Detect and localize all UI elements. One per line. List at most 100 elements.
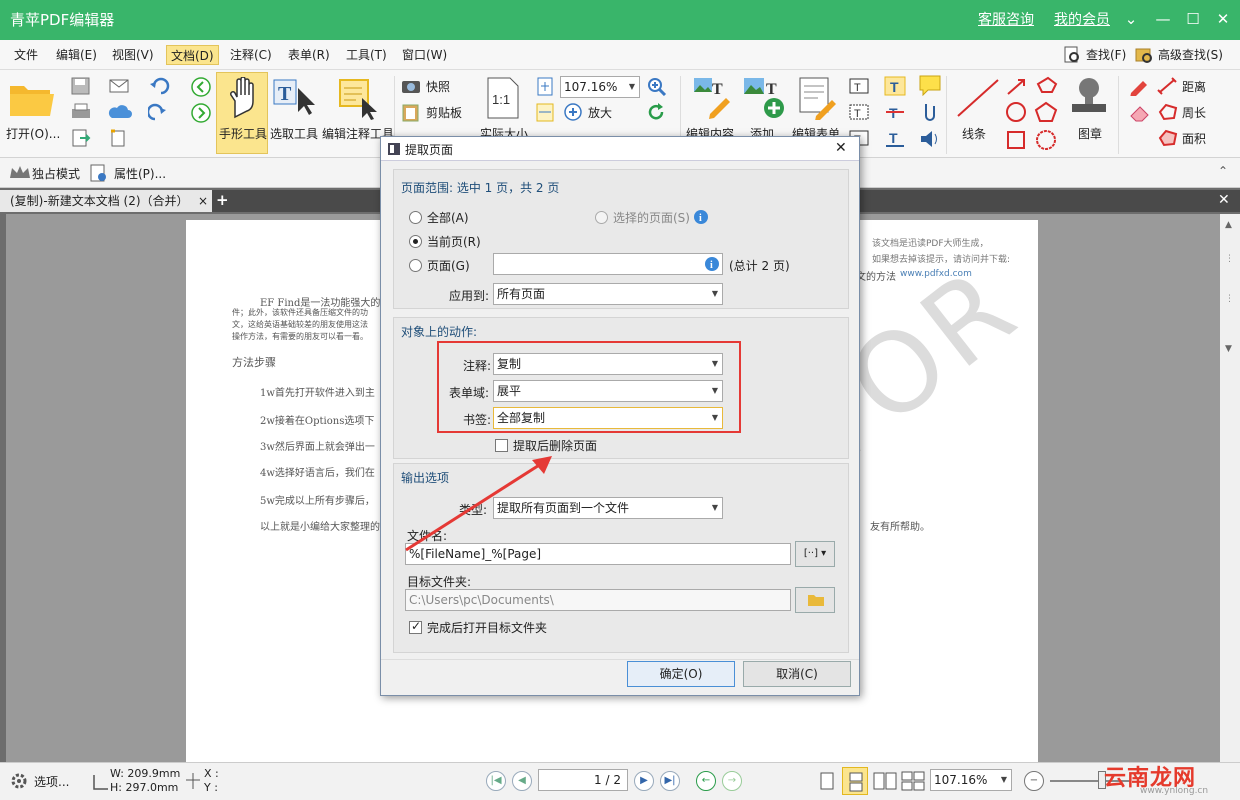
minimize-button[interactable]: — bbox=[1150, 6, 1176, 32]
redo-icon[interactable] bbox=[148, 102, 184, 122]
perimeter-icon[interactable] bbox=[1156, 102, 1180, 122]
status-zoom-combo[interactable]: 107.16% ▼ bbox=[930, 769, 1012, 791]
properties-button[interactable]: 属性(P)... bbox=[114, 165, 166, 182]
clipboard-icon[interactable] bbox=[400, 102, 422, 122]
distance-button[interactable]: 距离 bbox=[1182, 78, 1206, 95]
facing-continuous-icon[interactable] bbox=[900, 771, 926, 791]
exclusive-mode-button[interactable]: 独占模式 bbox=[32, 165, 80, 182]
facing-page-icon[interactable] bbox=[872, 771, 898, 791]
perimeter-button[interactable]: 周长 bbox=[1182, 104, 1206, 121]
actual-size-icon[interactable]: 1:1 bbox=[486, 76, 520, 120]
apply-to-select[interactable]: 所有页面 ▼ bbox=[493, 283, 723, 305]
scroll-page-up-icon[interactable]: ⋮ bbox=[1225, 254, 1234, 264]
menu-window[interactable]: 窗口(W) bbox=[398, 45, 451, 65]
snapshot-button[interactable]: 快照 bbox=[426, 78, 450, 95]
next-page-button[interactable]: ▶ bbox=[634, 771, 654, 791]
clipboard-button[interactable]: 剪贴板 bbox=[426, 104, 462, 121]
menu-tools[interactable]: 工具(T) bbox=[342, 45, 391, 65]
info-icon[interactable]: i bbox=[704, 256, 720, 272]
menu-dropdown-icon[interactable]: ⌄ bbox=[1118, 6, 1144, 32]
collapse-ribbon-icon[interactable]: ⌃ bbox=[1218, 164, 1228, 178]
browse-folder-button[interactable] bbox=[795, 587, 835, 613]
filename-macro-button[interactable]: [··] ▾ bbox=[795, 541, 835, 567]
radio-current-page[interactable] bbox=[409, 235, 422, 248]
line-icon[interactable] bbox=[954, 76, 1002, 120]
typewriter-icon[interactable]: T bbox=[884, 76, 906, 96]
menu-comment[interactable]: 注释(C) bbox=[226, 45, 276, 65]
menu-file[interactable]: 文件 bbox=[10, 45, 42, 65]
edit-content-icon[interactable]: T bbox=[690, 76, 732, 120]
note-icon[interactable] bbox=[918, 74, 942, 96]
area-button[interactable]: 面积 bbox=[1182, 130, 1206, 147]
close-button[interactable]: ✕ bbox=[1210, 6, 1236, 32]
back-icon[interactable] bbox=[190, 76, 212, 98]
stamp-icon[interactable] bbox=[1066, 74, 1112, 120]
line-button[interactable]: 线条 bbox=[962, 125, 986, 142]
forward-icon[interactable] bbox=[190, 102, 212, 124]
rotate-icon[interactable] bbox=[646, 102, 668, 122]
email-icon[interactable] bbox=[108, 76, 132, 96]
underline-icon[interactable]: T bbox=[884, 128, 906, 148]
history-back-button[interactable]: ← bbox=[696, 771, 716, 791]
open-button[interactable]: 打开(O)... bbox=[6, 125, 60, 142]
menu-form[interactable]: 表单(R) bbox=[284, 45, 334, 65]
select-text-icon[interactable]: T bbox=[272, 76, 318, 120]
new-tab-icon[interactable]: + bbox=[216, 191, 229, 209]
maximize-button[interactable]: ☐ bbox=[1180, 6, 1206, 32]
fit-page-icon[interactable] bbox=[534, 76, 556, 96]
new-document-icon[interactable] bbox=[108, 128, 132, 148]
continuous-page-button[interactable] bbox=[842, 767, 868, 795]
export-icon[interactable] bbox=[70, 128, 92, 148]
scroll-page-down-icon[interactable]: ⋮ bbox=[1225, 294, 1234, 304]
gear-icon[interactable] bbox=[8, 771, 30, 791]
options-button[interactable]: 选项... bbox=[34, 773, 69, 790]
shapes-icon[interactable] bbox=[1004, 76, 1062, 152]
page-number-field[interactable]: 1 / 2 bbox=[538, 769, 628, 791]
save-icon[interactable] bbox=[70, 76, 92, 96]
sound-icon[interactable] bbox=[918, 128, 942, 150]
zoom-combo[interactable]: 107.16% ▼ bbox=[560, 76, 640, 98]
eraser-icon[interactable] bbox=[1128, 102, 1152, 122]
open-folder-after-checkbox[interactable]: ✓ bbox=[409, 619, 422, 634]
open-folder-icon[interactable] bbox=[8, 76, 56, 120]
page-range-input[interactable]: i bbox=[493, 253, 723, 275]
tab-close-icon[interactable]: × bbox=[198, 190, 208, 212]
ok-button[interactable]: 确定(O) bbox=[627, 661, 735, 687]
scroll-down-icon[interactable]: ▼ bbox=[1225, 344, 1232, 354]
area-icon[interactable] bbox=[1156, 128, 1180, 148]
pencil-icon[interactable] bbox=[1128, 76, 1152, 96]
folder-input[interactable]: C:\Users\pc\Documents\ bbox=[405, 589, 791, 611]
dialog-close-button[interactable]: ✕ bbox=[835, 140, 847, 156]
zoom-plus-icon[interactable] bbox=[562, 102, 584, 122]
distance-icon[interactable] bbox=[1156, 76, 1180, 96]
single-page-icon[interactable] bbox=[818, 771, 836, 791]
fit-width-icon[interactable] bbox=[534, 102, 556, 122]
select-tool-button[interactable]: 选取工具 bbox=[270, 125, 318, 142]
cancel-button[interactable]: 取消(C) bbox=[743, 661, 851, 687]
add-content-icon[interactable]: T bbox=[742, 76, 788, 120]
member-link[interactable]: 我的会员 bbox=[1054, 9, 1110, 29]
zoom-in-icon[interactable] bbox=[646, 76, 668, 96]
radio-page-range[interactable] bbox=[409, 259, 422, 272]
cloud-icon[interactable] bbox=[108, 102, 132, 122]
radio-all-pages[interactable] bbox=[409, 211, 422, 224]
find-button[interactable]: 查找(F) bbox=[1082, 45, 1130, 65]
attachment-icon[interactable] bbox=[918, 100, 942, 122]
history-forward-button[interactable]: → bbox=[722, 771, 742, 791]
vertical-scrollbar[interactable]: ▲ ⋮ ⋮ ▼ bbox=[1220, 214, 1240, 762]
strikeout-icon[interactable]: T bbox=[884, 102, 906, 122]
hand-tool-button[interactable]: 手形工具 bbox=[216, 72, 268, 154]
menu-view[interactable]: 视图(V) bbox=[108, 45, 158, 65]
edit-annotation-icon[interactable] bbox=[334, 76, 380, 120]
scroll-up-icon[interactable]: ▲ bbox=[1225, 220, 1232, 230]
stamp-button[interactable]: 图章 bbox=[1078, 125, 1102, 142]
edit-form-icon[interactable] bbox=[798, 76, 840, 120]
document-tab[interactable]: (复制)-新建文本文档 (2)（合并） × bbox=[0, 190, 212, 212]
print-icon[interactable] bbox=[70, 102, 92, 122]
zoom-out-button[interactable]: − bbox=[1024, 771, 1044, 791]
support-link[interactable]: 客服咨询 bbox=[978, 9, 1034, 29]
zoom-in-button[interactable]: 放大 bbox=[588, 104, 612, 121]
camera-icon[interactable] bbox=[400, 76, 422, 96]
text-box-icon[interactable]: T bbox=[848, 102, 870, 122]
menu-edit[interactable]: 编辑(E) bbox=[52, 45, 101, 65]
